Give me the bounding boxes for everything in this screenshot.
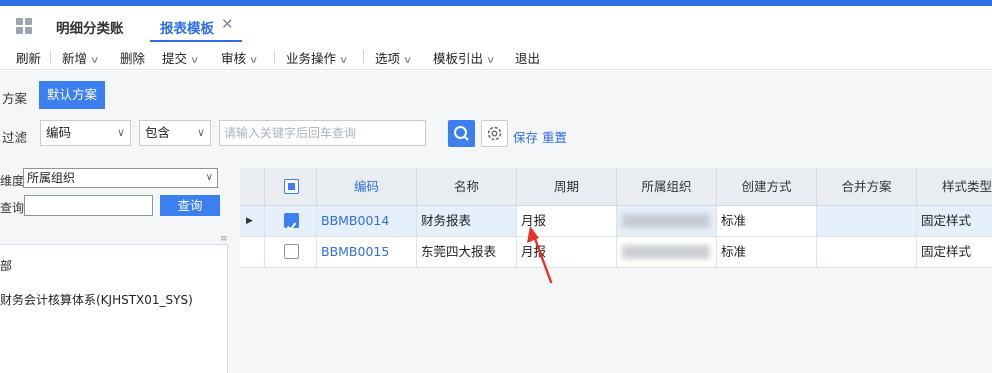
dimension-select[interactable]: 所属组织 ∨ — [23, 168, 218, 188]
redacted-org-name — [622, 245, 710, 259]
delete-button[interactable]: 删除 — [120, 48, 145, 67]
toolbar-divider — [274, 50, 275, 63]
business-ops-label: 业务操作 — [286, 51, 337, 66]
settings-button[interactable] — [481, 120, 508, 147]
query-button[interactable]: 查询 — [160, 195, 220, 216]
splitter-handle-icon[interactable]: ≡ — [220, 234, 228, 244]
cell-merge-plan — [817, 206, 917, 236]
cell-name: 东莞四大报表 — [417, 237, 517, 267]
audit-label: 审核 — [221, 51, 247, 66]
row-indicator-header — [240, 168, 265, 206]
row-select-cell — [265, 206, 317, 236]
toolbar-divider — [363, 50, 364, 63]
chevron-down-icon: ∨ — [402, 55, 413, 66]
audit-button[interactable]: 审核 ∨ — [221, 48, 259, 67]
redacted-org-name — [622, 214, 710, 228]
col-name[interactable]: 名称 — [417, 168, 517, 206]
add-label: 新增 — [62, 51, 88, 66]
exit-button[interactable]: 退出 — [515, 48, 540, 67]
filter-field-select[interactable]: 编码 ∨ — [40, 120, 131, 146]
tab-bar: 明细分类账 报表模板 ✕ — [0, 6, 992, 42]
filter-label: 过滤 — [2, 130, 28, 145]
search-button[interactable] — [448, 120, 475, 147]
row-pointer-icon: ▶ — [240, 206, 265, 236]
filter-operator-select[interactable]: 包含 ∨ — [139, 120, 211, 146]
tab-report-template[interactable]: 报表模板 — [160, 17, 214, 37]
dimension-value: 所属组织 — [27, 171, 76, 185]
filter-field-value: 编码 — [46, 125, 72, 140]
reset-link[interactable]: 重置 — [542, 127, 567, 146]
col-org[interactable]: 所属组织 — [617, 168, 717, 206]
search-icon — [454, 126, 469, 141]
cell-style-type: 固定样式 — [921, 244, 972, 259]
save-link[interactable]: 保存 — [513, 127, 538, 146]
tab-ledger[interactable]: 明细分类账 — [56, 17, 124, 37]
tree-node[interactable]: 财务会计核算体系(KJHSTX01_SYS) — [0, 291, 193, 308]
chevron-down-icon: ∨ — [205, 172, 213, 183]
template-export-label: 模板引出 — [433, 51, 484, 66]
template-export-button[interactable]: 模板引出 ∨ — [433, 48, 496, 67]
options-label: 选项 — [375, 51, 401, 66]
toolbar: 刷新 新增 ∨ 删除 提交 ∨ 审核 ∨ 业务操作 ∨ 选项 ∨ 模板引出 ∨ 退出 — [0, 42, 992, 70]
chevron-down-icon: ∨ — [338, 55, 349, 66]
cell-merge-plan — [817, 237, 917, 267]
filter-operator-value: 包含 — [145, 125, 171, 140]
col-create-method[interactable]: 创建方式 — [717, 168, 817, 206]
col-merge-plan[interactable]: 合并方案 — [817, 168, 917, 206]
app-grid-icon[interactable] — [16, 18, 32, 34]
options-button[interactable]: 选项 ∨ — [375, 48, 413, 67]
business-ops-button[interactable]: 业务操作 ∨ — [286, 48, 349, 67]
table-row[interactable]: ▶ BBMB0014 财务报表 月报 标准 固定样式 — [240, 206, 992, 237]
row-pointer-cell — [240, 237, 265, 267]
close-icon[interactable]: ✕ — [221, 15, 234, 33]
plan-label: 方案 — [2, 91, 28, 106]
chevron-down-icon: ∨ — [485, 55, 496, 66]
col-period[interactable]: 周期 — [517, 168, 617, 206]
cell-code[interactable]: BBMB0014 — [317, 206, 417, 236]
submit-button[interactable]: 提交 ∨ — [162, 48, 200, 67]
chevron-down-icon: ∨ — [196, 126, 205, 139]
template-table: 编码 名称 周期 所属组织 创建方式 合并方案 样式类型 ▶ BBMB0014 … — [240, 168, 992, 373]
toolbar-divider — [50, 50, 51, 63]
cell-style-type: 固定样式 — [921, 213, 972, 228]
dimension-label: 维度 — [0, 174, 25, 188]
chevron-down-icon: ∨ — [248, 55, 259, 66]
gear-icon — [487, 126, 502, 141]
query-input[interactable] — [24, 195, 153, 216]
submit-label: 提交 — [162, 51, 188, 66]
cell-create-method: 标准 — [717, 237, 817, 267]
select-all-header — [265, 168, 317, 206]
table-row[interactable]: BBMB0015 东莞四大报表 月报 标准 固定样式 — [240, 237, 992, 268]
tree-node[interactable]: 部 — [0, 257, 12, 274]
add-button[interactable]: 新增 ∨ — [62, 48, 100, 67]
default-plan-button[interactable]: 默认方案 — [39, 81, 105, 109]
chevron-down-icon: ∨ — [116, 126, 125, 139]
row-checkbox[interactable] — [284, 244, 299, 259]
row-select-cell — [265, 237, 317, 267]
chevron-down-icon: ∨ — [89, 55, 100, 66]
cell-create-method: 标准 — [717, 206, 817, 236]
chevron-down-icon: ∨ — [189, 55, 200, 66]
cell-name: 财务报表 — [417, 206, 517, 236]
col-style-type[interactable]: 样式类型 — [917, 168, 992, 206]
col-code[interactable]: 编码 — [317, 168, 417, 206]
org-tree: 部 财务会计核算体系(KJHSTX01_SYS) — [0, 244, 228, 373]
cell-org — [617, 206, 717, 236]
select-all-checkbox[interactable] — [284, 179, 299, 194]
checkmark-icon — [286, 222, 297, 232]
search-input[interactable]: 请输入关键字后回车查询 — [219, 120, 426, 146]
refresh-button[interactable]: 刷新 — [16, 48, 41, 67]
cell-code[interactable]: BBMB0015 — [317, 237, 417, 267]
annotation-arrow-icon — [527, 226, 553, 284]
cell-org — [617, 237, 717, 267]
partial-check-mark — [288, 183, 295, 190]
query-label: 查询 — [0, 201, 25, 215]
row-checkbox[interactable] — [284, 213, 299, 232]
table-header: 编码 名称 周期 所属组织 创建方式 合并方案 样式类型 — [240, 168, 992, 206]
